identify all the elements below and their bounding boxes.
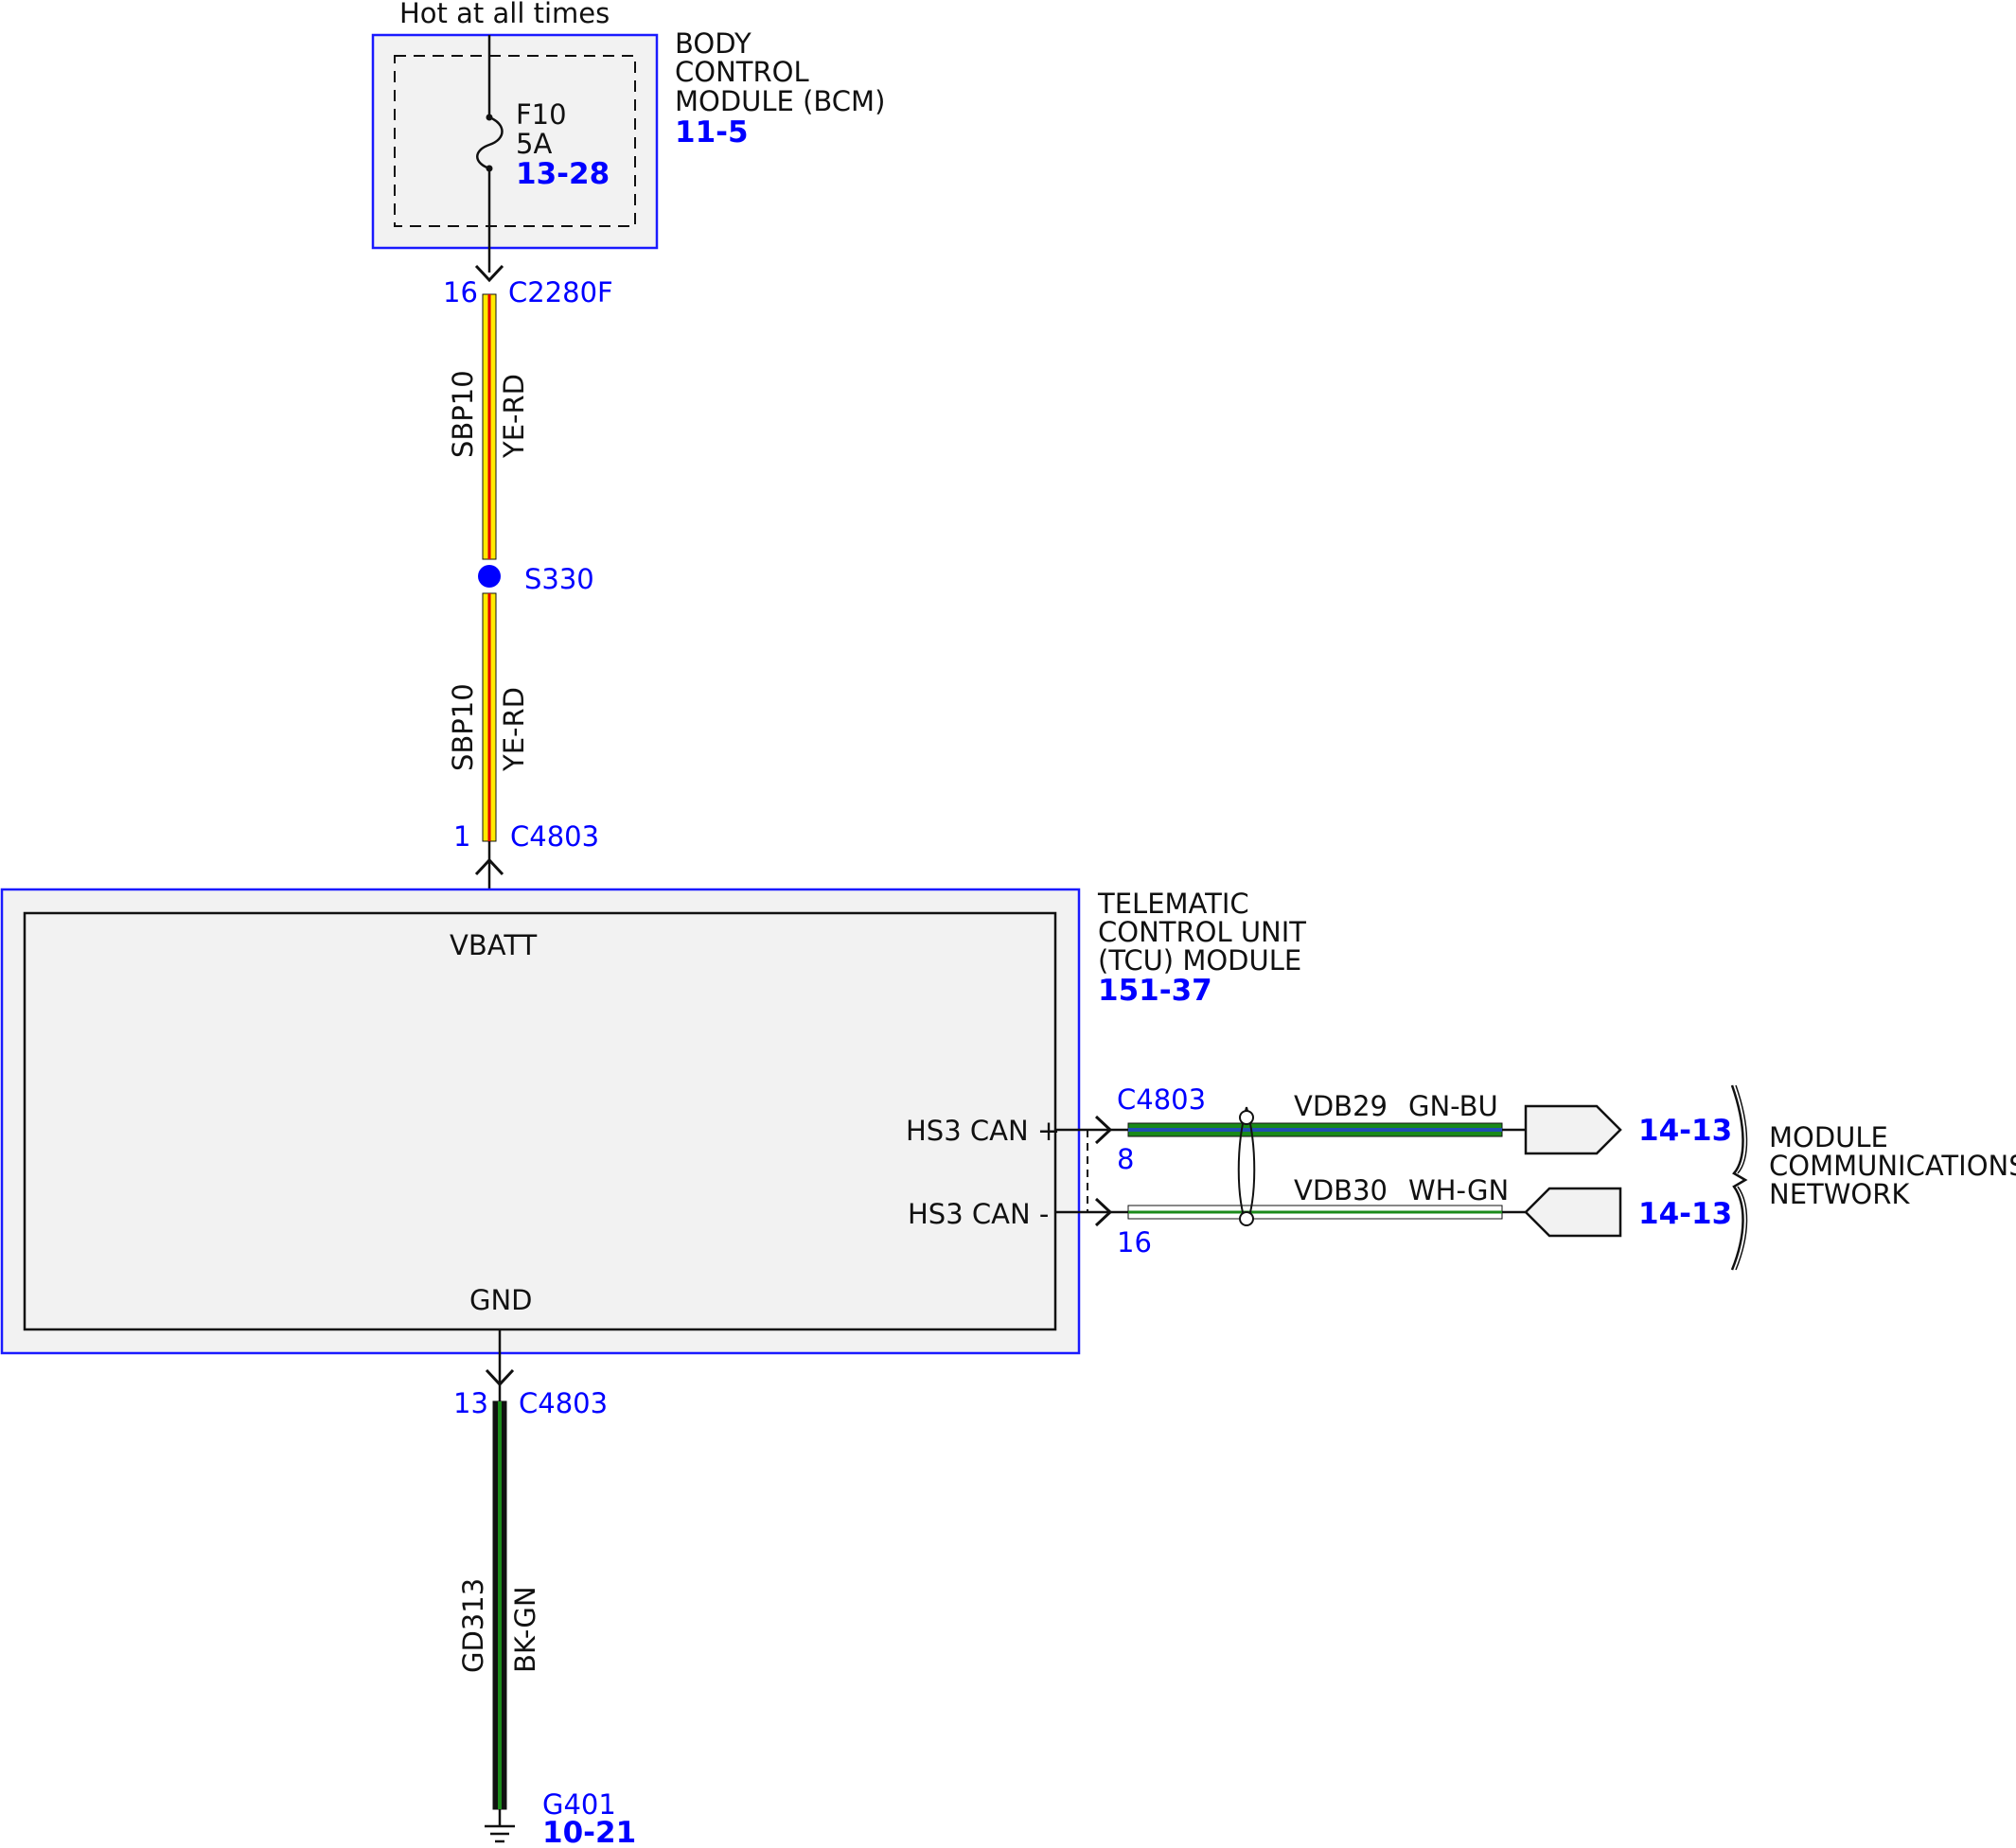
can-plus-color: GN-BU bbox=[1408, 1090, 1498, 1122]
tcu-inner-box bbox=[23, 911, 1057, 1331]
wire-can-minus-wh-gn[interactable] bbox=[1127, 1205, 1503, 1220]
ground-symbol-icon bbox=[485, 1824, 515, 1843]
tcu-vbatt-label: VBATT bbox=[450, 929, 538, 961]
tcu-can-plus-label: HS3 CAN + bbox=[906, 1115, 1060, 1147]
splice-s330[interactable] bbox=[478, 565, 501, 588]
can-plus-circuit: VDB29 bbox=[1294, 1090, 1388, 1122]
bcm-name-line1: BODY bbox=[675, 27, 752, 60]
offpage-arrow-can-plus-icon[interactable] bbox=[1524, 1104, 1622, 1155]
power-label: Hot at all times bbox=[399, 0, 610, 29]
splice-id: S330 bbox=[524, 563, 594, 595]
c4803-gnd-id: C4803 bbox=[519, 1387, 608, 1419]
wire-upper-circuit: SBP10 bbox=[447, 370, 479, 458]
tcu-ref[interactable]: 151-37 bbox=[1098, 974, 1212, 1008]
offpage-arrow-can-minus-icon[interactable] bbox=[1524, 1187, 1622, 1238]
wire-lower-circuit: SBP10 bbox=[447, 683, 479, 771]
fuse-ref[interactable]: 13-28 bbox=[516, 157, 610, 191]
tcu-can-minus-label: HS3 CAN - bbox=[908, 1198, 1049, 1230]
wire-lower-ye-rd[interactable] bbox=[482, 592, 497, 842]
c2280f-pin: 16 bbox=[443, 276, 478, 308]
can-pin-plus: 8 bbox=[1117, 1143, 1134, 1175]
fuse-rating: 5A bbox=[516, 128, 552, 160]
c2280f-id: C2280F bbox=[508, 276, 613, 308]
bcm-box bbox=[371, 33, 659, 250]
bcm-name-line2: CONTROL bbox=[675, 56, 809, 88]
wiring-diagram: Hot at all times F10 5A 13-28 BODY CONTR… bbox=[0, 0, 2016, 1848]
tcu-gnd-label: GND bbox=[469, 1284, 533, 1316]
network-line1: MODULE bbox=[1769, 1121, 1888, 1153]
c4803-vbatt-id: C4803 bbox=[510, 820, 599, 853]
can-minus-color: WH-GN bbox=[1408, 1174, 1509, 1206]
ground-wire-circuit: GD313 bbox=[457, 1578, 489, 1673]
network-line2: COMMUNICATIONS bbox=[1769, 1150, 2016, 1182]
wire-upper-ye-rd[interactable] bbox=[482, 293, 497, 560]
wire-upper-color: YE-RD bbox=[498, 374, 530, 459]
tcu-name-line2: CONTROL UNIT bbox=[1098, 916, 1306, 948]
wire-can-plus-gn-bu[interactable] bbox=[1127, 1122, 1503, 1137]
can-plus-ref[interactable]: 14-13 bbox=[1638, 1114, 1732, 1148]
ground-ref[interactable]: 10-21 bbox=[542, 1816, 636, 1848]
wire-lower-color: YE-RD bbox=[498, 687, 530, 772]
bcm-module[interactable] bbox=[371, 33, 659, 250]
tcu-name-line1: TELEMATIC bbox=[1097, 888, 1249, 920]
can-minus-ref[interactable]: 14-13 bbox=[1638, 1197, 1732, 1231]
c4803-vbatt-pin: 1 bbox=[453, 820, 470, 853]
can-connector-id: C4803 bbox=[1117, 1083, 1206, 1116]
fuse-id: F10 bbox=[516, 98, 567, 131]
can-pin-minus: 16 bbox=[1117, 1226, 1152, 1258]
tcu-name-line3: (TCU) MODULE bbox=[1098, 944, 1301, 977]
bcm-name-line3: MODULE (BCM) bbox=[675, 85, 885, 117]
network-line3: NETWORK bbox=[1769, 1178, 1910, 1210]
c4803-gnd-pin: 13 bbox=[453, 1387, 488, 1419]
ground-wire-color: BK-GN bbox=[509, 1586, 541, 1673]
fuse-terminal-top bbox=[486, 114, 493, 121]
bcm-ref[interactable]: 11-5 bbox=[675, 115, 749, 150]
can-minus-circuit: VDB30 bbox=[1294, 1174, 1388, 1206]
wire-ground-bk-gn[interactable] bbox=[492, 1400, 507, 1810]
